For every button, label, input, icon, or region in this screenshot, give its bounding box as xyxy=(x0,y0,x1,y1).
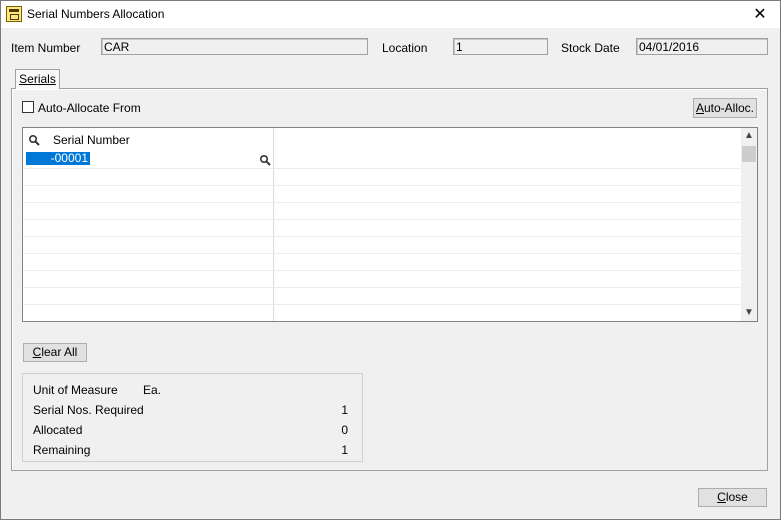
window-title: Serial Numbers Allocation xyxy=(27,7,165,21)
grid-row-line xyxy=(23,304,742,305)
grid-row-line xyxy=(23,253,742,254)
grid-row-line xyxy=(23,287,742,288)
clear-all-button[interactable]: Clear All xyxy=(23,343,87,362)
auto-allocate-label: Auto-Allocate From xyxy=(38,101,141,115)
allocated-label: Allocated xyxy=(33,423,83,437)
close-button-label: lose xyxy=(725,490,748,504)
allocation-summary: Unit of Measure Ea. Serial Nos. Required… xyxy=(22,373,363,462)
allocated-value: 0 xyxy=(341,423,348,437)
stock-date-field[interactable]: 04/01/2016 xyxy=(636,38,768,55)
title-bar: Serial Numbers Allocation ✕ xyxy=(1,1,780,28)
auto-allocate-checkbox[interactable] xyxy=(22,101,34,113)
scroll-up-icon[interactable]: ▲ xyxy=(741,128,757,144)
close-icon: ✕ xyxy=(753,6,767,23)
auto-alloc-button-label: uto-Alloc. xyxy=(703,101,755,115)
close-button-accel: C xyxy=(717,490,726,504)
grid-row-line xyxy=(23,236,742,237)
remaining-value: 1 xyxy=(341,443,348,457)
unit-of-measure-label: Unit of Measure xyxy=(33,383,118,397)
item-number-field[interactable]: CAR xyxy=(101,38,368,55)
serial-nos-required-label: Serial Nos. Required xyxy=(33,403,144,417)
close-button[interactable]: Close xyxy=(698,488,767,507)
tab-serials[interactable]: Serials xyxy=(15,69,60,89)
serials-grid[interactable]: Serial Number -00001 ▲ ▼ xyxy=(22,127,758,322)
column-header-serial-number[interactable]: Serial Number xyxy=(53,133,130,147)
search-icon[interactable] xyxy=(28,134,40,146)
remaining-label: Remaining xyxy=(33,443,91,457)
grid-row-line xyxy=(23,202,742,203)
app-icon xyxy=(6,6,22,22)
grid-column-divider xyxy=(273,128,274,321)
grid-row-line xyxy=(23,185,742,186)
location-label: Location xyxy=(382,41,428,55)
stock-date-label: Stock Date xyxy=(561,41,620,55)
auto-alloc-button-accel: A xyxy=(695,101,704,115)
serial-nos-required-value: 1 xyxy=(341,403,348,417)
serial-numbers-allocation-window: Serial Numbers Allocation ✕ Item Number … xyxy=(0,0,781,520)
grid-row-line xyxy=(23,270,742,271)
serial-number-cell[interactable]: -00001 xyxy=(26,152,90,165)
location-field[interactable]: 1 xyxy=(453,38,548,55)
clear-all-button-accel: C xyxy=(32,345,42,359)
scroll-down-icon[interactable]: ▼ xyxy=(741,305,757,321)
auto-alloc-button[interactable]: Auto-Alloc. xyxy=(693,98,757,118)
grid-row-line xyxy=(23,168,742,169)
scroll-thumb[interactable] xyxy=(742,146,756,162)
grid-row-line xyxy=(23,219,742,220)
item-number-label: Item Number xyxy=(11,41,81,55)
grid-vertical-scrollbar[interactable]: ▲ ▼ xyxy=(741,128,757,321)
cell-search-icon[interactable] xyxy=(259,154,271,166)
unit-of-measure-value: Ea. xyxy=(143,383,162,397)
close-window-button[interactable]: ✕ xyxy=(740,1,780,28)
clear-all-button-label: lear All xyxy=(41,345,78,359)
